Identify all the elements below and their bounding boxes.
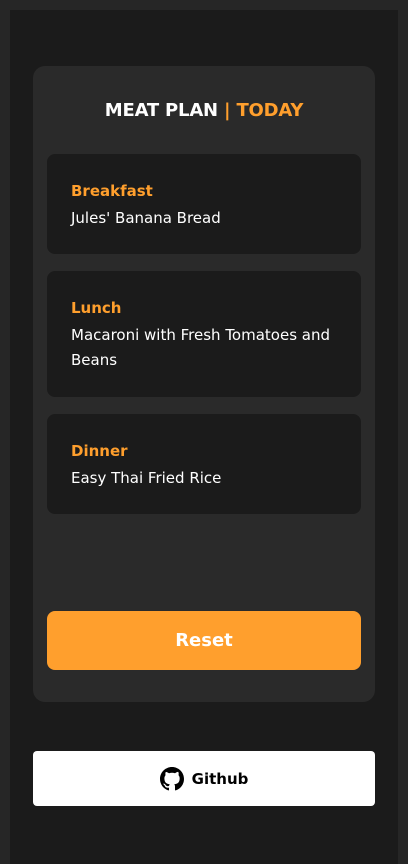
reset-button[interactable]: Reset xyxy=(47,611,361,670)
title-separator: | xyxy=(224,100,231,121)
meal-card-dinner: Dinner Easy Thai Fried Rice xyxy=(47,414,361,514)
meal-plan-card: MEAT PLAN | TODAY Breakfast Jules' Banan… xyxy=(33,66,375,702)
app-frame: MEAT PLAN | TODAY Breakfast Jules' Banan… xyxy=(10,10,398,864)
meal-name: Jules' Banana Bread xyxy=(71,209,221,227)
meal-card-breakfast: Breakfast Jules' Banana Bread xyxy=(47,154,361,254)
title-main: MEAT PLAN xyxy=(104,100,218,121)
meal-name: Macaroni with Fresh Tomatoes and Beans xyxy=(71,326,330,369)
meal-label: Breakfast xyxy=(71,182,153,200)
meal-card-lunch: Lunch Macaroni with Fresh Tomatoes and B… xyxy=(47,271,361,397)
meal-label: Lunch xyxy=(71,299,122,317)
meal-label: Dinner xyxy=(71,442,128,460)
meal-name: Easy Thai Fried Rice xyxy=(71,469,222,487)
github-button[interactable]: Github xyxy=(33,751,375,806)
title-accent: TODAY xyxy=(236,100,304,121)
page-title: MEAT PLAN | TODAY xyxy=(33,100,375,121)
github-icon xyxy=(159,766,184,791)
github-label: Github xyxy=(191,769,249,788)
